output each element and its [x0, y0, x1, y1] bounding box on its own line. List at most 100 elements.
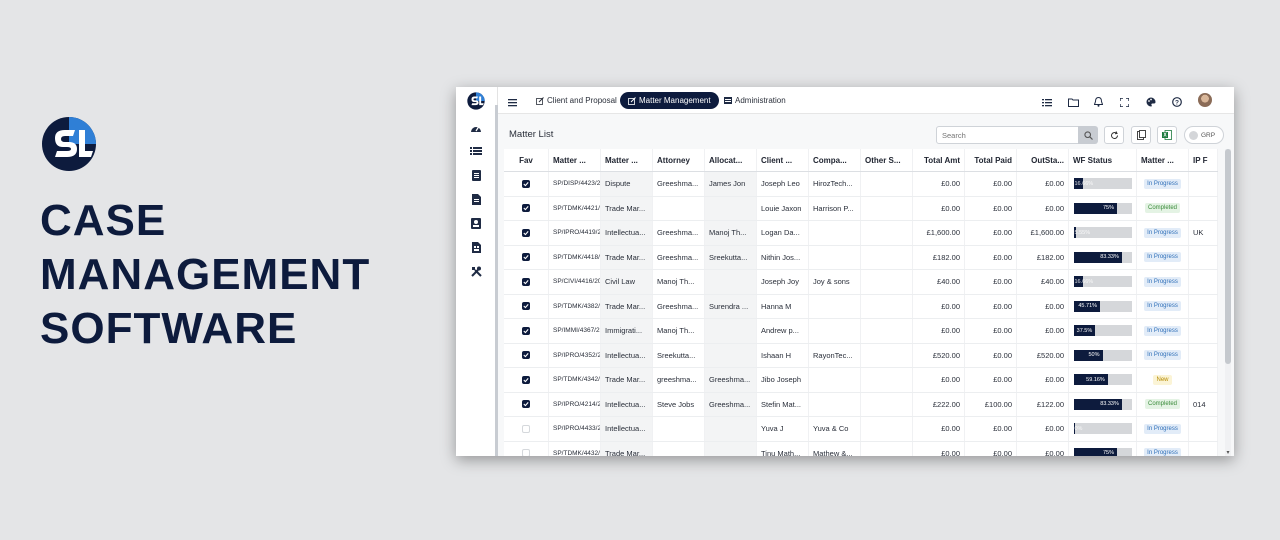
- status-badge: In Progress: [1144, 227, 1181, 238]
- search-icon: [1083, 130, 1093, 140]
- folder-icon[interactable]: [1068, 94, 1080, 107]
- column-header[interactable]: Total Amt: [913, 149, 965, 171]
- fav-cell: [504, 294, 549, 318]
- bell-icon[interactable]: [1093, 94, 1106, 107]
- fav-checkbox[interactable]: [522, 302, 530, 311]
- company-cell: [809, 319, 861, 343]
- ref-cell: SP/CIVI/4416/20: [549, 270, 601, 294]
- fullscreen-icon[interactable]: [1119, 94, 1132, 108]
- column-header[interactable]: Matter ...: [1137, 149, 1189, 171]
- export-excel-button[interactable]: X: [1157, 126, 1177, 144]
- contact-card-icon[interactable]: [469, 216, 483, 230]
- grp-toggle[interactable]: GRP: [1184, 126, 1224, 144]
- column-header[interactable]: Total Paid: [965, 149, 1017, 171]
- alloc-cell: Surendra ...: [705, 294, 757, 318]
- alloc-cell: [705, 343, 757, 367]
- paid-cell: £0.00: [965, 294, 1017, 318]
- grp-label: GRP: [1201, 131, 1216, 139]
- table-row[interactable]: SP/IPRO/4433/2 Intellectua... Yuva J Yuva &…: [504, 417, 1218, 442]
- list-icon[interactable]: [469, 144, 483, 158]
- wf-progress-label: 5.55%: [1074, 229, 1091, 236]
- matter-status-cell: In Progress: [1137, 319, 1189, 343]
- tab-client-and-proposal[interactable]: Client and Proposal: [536, 92, 617, 109]
- company-cell: [809, 392, 861, 416]
- wf-progress-label: 37.5%: [1076, 327, 1093, 334]
- fav-checkbox[interactable]: [522, 375, 530, 384]
- help-icon[interactable]: ?: [1172, 94, 1184, 107]
- tab-administration[interactable]: Administration: [724, 92, 786, 109]
- wf-progress-bar: 75%: [1073, 202, 1132, 214]
- fav-checkbox[interactable]: [522, 449, 530, 456]
- column-header[interactable]: Matter ...: [549, 149, 601, 171]
- type-cell: Civil Law: [601, 270, 653, 294]
- column-header[interactable]: Other S...: [861, 149, 913, 171]
- fav-checkbox[interactable]: [522, 400, 530, 409]
- column-header[interactable]: WF Status: [1069, 149, 1137, 171]
- other-cell: [861, 196, 913, 220]
- app-logo-icon[interactable]: [467, 92, 485, 110]
- dashboard-icon[interactable]: [469, 121, 483, 135]
- scrollbar-thumb[interactable]: [1225, 149, 1231, 364]
- table-icon: [724, 97, 732, 104]
- table-row[interactable]: SP/IPRO/4352/2 Intellectua... Sreekutta...…: [504, 343, 1218, 368]
- out-cell: £0.00: [1017, 172, 1069, 196]
- other-cell: [861, 221, 913, 245]
- table-row[interactable]: SP/TDMK/4418/Trade Mar... Greeshma... Sree…: [504, 245, 1218, 270]
- search-input[interactable]: [936, 126, 1081, 144]
- headline-line-2: MANAGEMENT: [40, 250, 371, 299]
- report-icon[interactable]: [469, 240, 483, 254]
- ip-cell: [1189, 343, 1218, 367]
- table-row[interactable]: SP/IMMI/4367/2 Immigrati... Manoj Th... And…: [504, 319, 1218, 344]
- fav-checkbox[interactable]: [522, 351, 530, 360]
- alloc-cell: James Jon: [705, 172, 757, 196]
- copy-button[interactable]: [1131, 126, 1151, 144]
- headline: CASE MANAGEMENT SOFTWARE: [40, 194, 370, 356]
- fav-checkbox[interactable]: [522, 424, 530, 433]
- company-cell: RayonTec...: [809, 343, 861, 367]
- tools-icon[interactable]: [469, 264, 483, 278]
- check-icon: [523, 255, 529, 260]
- table-row[interactable]: SP/TDMK/4432/Trade Mar... Tinu Math... Mat…: [504, 441, 1218, 456]
- file-icon[interactable]: [469, 192, 483, 206]
- table-row[interactable]: SP/IPRO/4419/2 Intellectua... Greeshma... M…: [504, 221, 1218, 246]
- type-cell: Intellectua...: [601, 221, 653, 245]
- document-icon[interactable]: [469, 168, 483, 182]
- fav-checkbox[interactable]: [522, 277, 530, 286]
- list-icon[interactable]: [1042, 94, 1054, 107]
- search-button[interactable]: [1078, 126, 1098, 144]
- wf-progress-bar: 0%: [1073, 423, 1132, 435]
- table-row[interactable]: SP/TDMK/4382/Trade Mar... Greeshma... Sure…: [504, 294, 1218, 319]
- table-row[interactable]: SP/DISP/4423/2 Dispute Greeshma... James Jo…: [504, 172, 1218, 197]
- refresh-button[interactable]: [1104, 126, 1124, 144]
- fav-checkbox[interactable]: [522, 253, 530, 262]
- hamburger-menu-icon[interactable]: [508, 94, 521, 107]
- fav-checkbox[interactable]: [522, 228, 530, 237]
- matter-table: Fav Matter ... Matter ... Attorney Allocat..…: [504, 149, 1218, 456]
- client-cell: Andrew p...: [757, 319, 809, 343]
- fav-checkbox[interactable]: [522, 179, 530, 188]
- palette-icon[interactable]: [1146, 94, 1158, 107]
- ref-cell: SP/IMMI/4367/2: [549, 319, 601, 343]
- table-row[interactable]: SP/CIVI/4416/20 Civil Law Manoj Th... Josep…: [504, 270, 1218, 295]
- column-header[interactable]: Matter ...: [601, 149, 653, 171]
- table-scrollbar[interactable]: ▾: [1225, 149, 1231, 456]
- column-header[interactable]: OutSta...: [1017, 149, 1069, 171]
- column-header[interactable]: Client ...: [757, 149, 809, 171]
- column-header[interactable]: IP F: [1189, 149, 1218, 171]
- other-cell: [861, 343, 913, 367]
- other-cell: [861, 245, 913, 269]
- table-row[interactable]: SP/TDMK/4421/Trade Mar... Louie Jaxon Harr…: [504, 196, 1218, 221]
- fav-checkbox[interactable]: [522, 326, 530, 335]
- column-header[interactable]: Compa...: [809, 149, 861, 171]
- column-header[interactable]: Allocat...: [705, 149, 757, 171]
- scroll-down-icon[interactable]: ▾: [1225, 450, 1231, 456]
- avatar[interactable]: [1198, 93, 1212, 107]
- tab-matter-management[interactable]: Matter Management: [620, 92, 719, 109]
- fav-checkbox[interactable]: [522, 204, 530, 213]
- column-header[interactable]: Attorney: [653, 149, 705, 171]
- headline-line-3: SOFTWARE: [40, 304, 298, 353]
- wf-status-cell: 50%: [1069, 343, 1137, 367]
- table-row[interactable]: SP/TDMK/4342/Trade Mar... greeshma... Gree…: [504, 368, 1218, 393]
- table-row[interactable]: SP/IPRO/4214/2 Intellectua... Steve Jobs Gr…: [504, 392, 1218, 417]
- column-header[interactable]: Fav: [504, 149, 549, 171]
